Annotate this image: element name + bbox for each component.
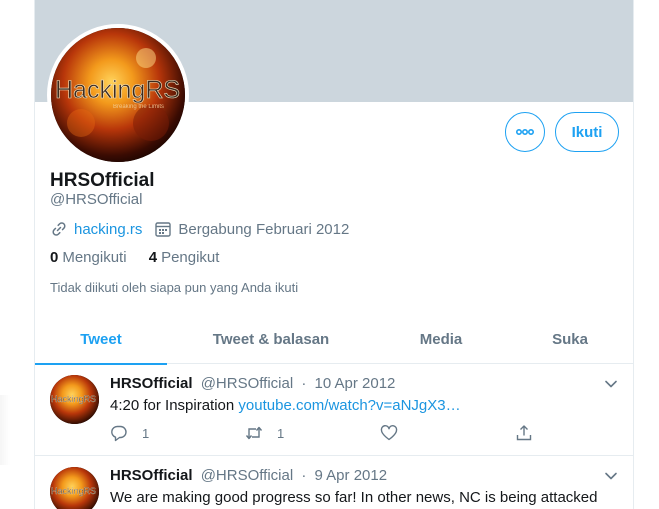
svg-text:HackingRS: HackingRS bbox=[51, 486, 96, 496]
tweet-header: HRSOfficial @HRSOfficial · 10 Apr 2012 bbox=[110, 375, 395, 392]
tweet-avatar[interactable]: HackingRS bbox=[50, 375, 99, 424]
svg-text:Breaking the Limits: Breaking the Limits bbox=[113, 104, 164, 110]
retweet-icon bbox=[245, 426, 263, 440]
tweet-date[interactable]: 10 Apr 2012 bbox=[315, 375, 396, 392]
tab-likes[interactable]: Suka bbox=[507, 314, 633, 364]
left-edge-shadow bbox=[0, 395, 10, 465]
followers-label: Pengikut bbox=[161, 249, 220, 266]
tweet-text: We are making good progress so far! In o… bbox=[110, 489, 598, 506]
hackingrs-logo-small: HackingRS bbox=[50, 467, 99, 509]
retweet-button[interactable]: 1 bbox=[245, 424, 284, 442]
more-options-button[interactable] bbox=[505, 112, 545, 152]
follow-button[interactable]: Ikuti bbox=[555, 112, 619, 152]
reply-button[interactable]: 1 bbox=[110, 424, 149, 442]
reply-icon bbox=[111, 425, 127, 442]
retweet-count: 1 bbox=[277, 425, 285, 441]
profile-handle: @HRSOfficial bbox=[50, 191, 143, 208]
tab-tweets-and-replies[interactable]: Tweet & balasan bbox=[167, 314, 375, 364]
tweet-item[interactable]: HackingRS HRSOfficial @HRSOfficial · 9 A… bbox=[35, 456, 633, 509]
following-label: Mengikuti bbox=[62, 249, 127, 266]
reply-count: 1 bbox=[142, 425, 150, 441]
profile-website-link[interactable]: hacking.rs bbox=[74, 221, 142, 238]
following-count-link[interactable]: 0 Mengikuti bbox=[50, 249, 127, 266]
tweet-author-handle[interactable]: @HRSOfficial bbox=[201, 375, 293, 392]
profile-column: HackingRS Breaking the Limits Ikuti HRSO… bbox=[34, 0, 634, 509]
profile-display-name: HRSOfficial bbox=[50, 170, 155, 191]
chevron-down-icon[interactable] bbox=[603, 468, 619, 484]
profile-avatar[interactable]: HackingRS Breaking the Limits bbox=[47, 24, 189, 166]
tab-tweets[interactable]: Tweet bbox=[35, 314, 167, 365]
calendar-icon bbox=[154, 220, 172, 238]
tweet-link[interactable]: youtube.com/watch?v=aNJgX3… bbox=[238, 397, 460, 414]
followers-count-link[interactable]: 4 Pengikut bbox=[149, 249, 220, 266]
following-count: 0 bbox=[50, 249, 59, 266]
svg-text:HackingRS: HackingRS bbox=[55, 76, 180, 104]
chevron-down-icon[interactable] bbox=[603, 376, 619, 392]
heart-icon bbox=[380, 425, 398, 441]
followers-count: 4 bbox=[148, 249, 158, 266]
share-icon bbox=[516, 425, 532, 441]
more-options-icon bbox=[515, 128, 535, 136]
tweet-author-name[interactable]: HRSOfficial bbox=[110, 375, 193, 392]
share-button[interactable] bbox=[515, 424, 547, 442]
tweet-item[interactable]: HackingRS HRSOfficial @HRSOfficial · 10 … bbox=[35, 364, 633, 456]
tweet-header: HRSOfficial @HRSOfficial · 9 Apr 2012 bbox=[110, 467, 387, 484]
profile-tabs: Tweet Tweet & balasan Media Suka bbox=[35, 314, 633, 365]
profile-meta: hacking.rs Bergabung Februari 2012 bbox=[50, 220, 349, 238]
tweet-text: 4:20 for Inspiration youtube.com/watch?v… bbox=[110, 397, 461, 414]
tab-media[interactable]: Media bbox=[375, 314, 507, 364]
tweet-author-name[interactable]: HRSOfficial bbox=[110, 467, 193, 484]
tweet-body: 4:20 for Inspiration bbox=[110, 397, 239, 414]
tweet-actions: 1 1 bbox=[110, 424, 532, 444]
svg-text:HackingRS: HackingRS bbox=[51, 394, 96, 404]
hackingrs-logo: HackingRS Breaking the Limits bbox=[51, 28, 185, 162]
like-button[interactable] bbox=[380, 424, 412, 442]
tweet-avatar[interactable]: HackingRS bbox=[50, 467, 99, 509]
profile-joined-date: Bergabung Februari 2012 bbox=[178, 220, 350, 238]
not-followed-notice: Tidak diikuti oleh siapa pun yang Anda i… bbox=[50, 280, 299, 295]
link-icon bbox=[50, 220, 68, 238]
hackingrs-logo-small: HackingRS bbox=[50, 375, 99, 424]
tweet-separator: · bbox=[301, 375, 307, 392]
tweet-date[interactable]: 9 Apr 2012 bbox=[315, 467, 388, 484]
profile-counts: 0 Mengikuti 4 Pengikut bbox=[50, 249, 237, 266]
tweet-author-handle[interactable]: @HRSOfficial bbox=[201, 467, 293, 484]
tweet-separator: · bbox=[301, 467, 307, 484]
